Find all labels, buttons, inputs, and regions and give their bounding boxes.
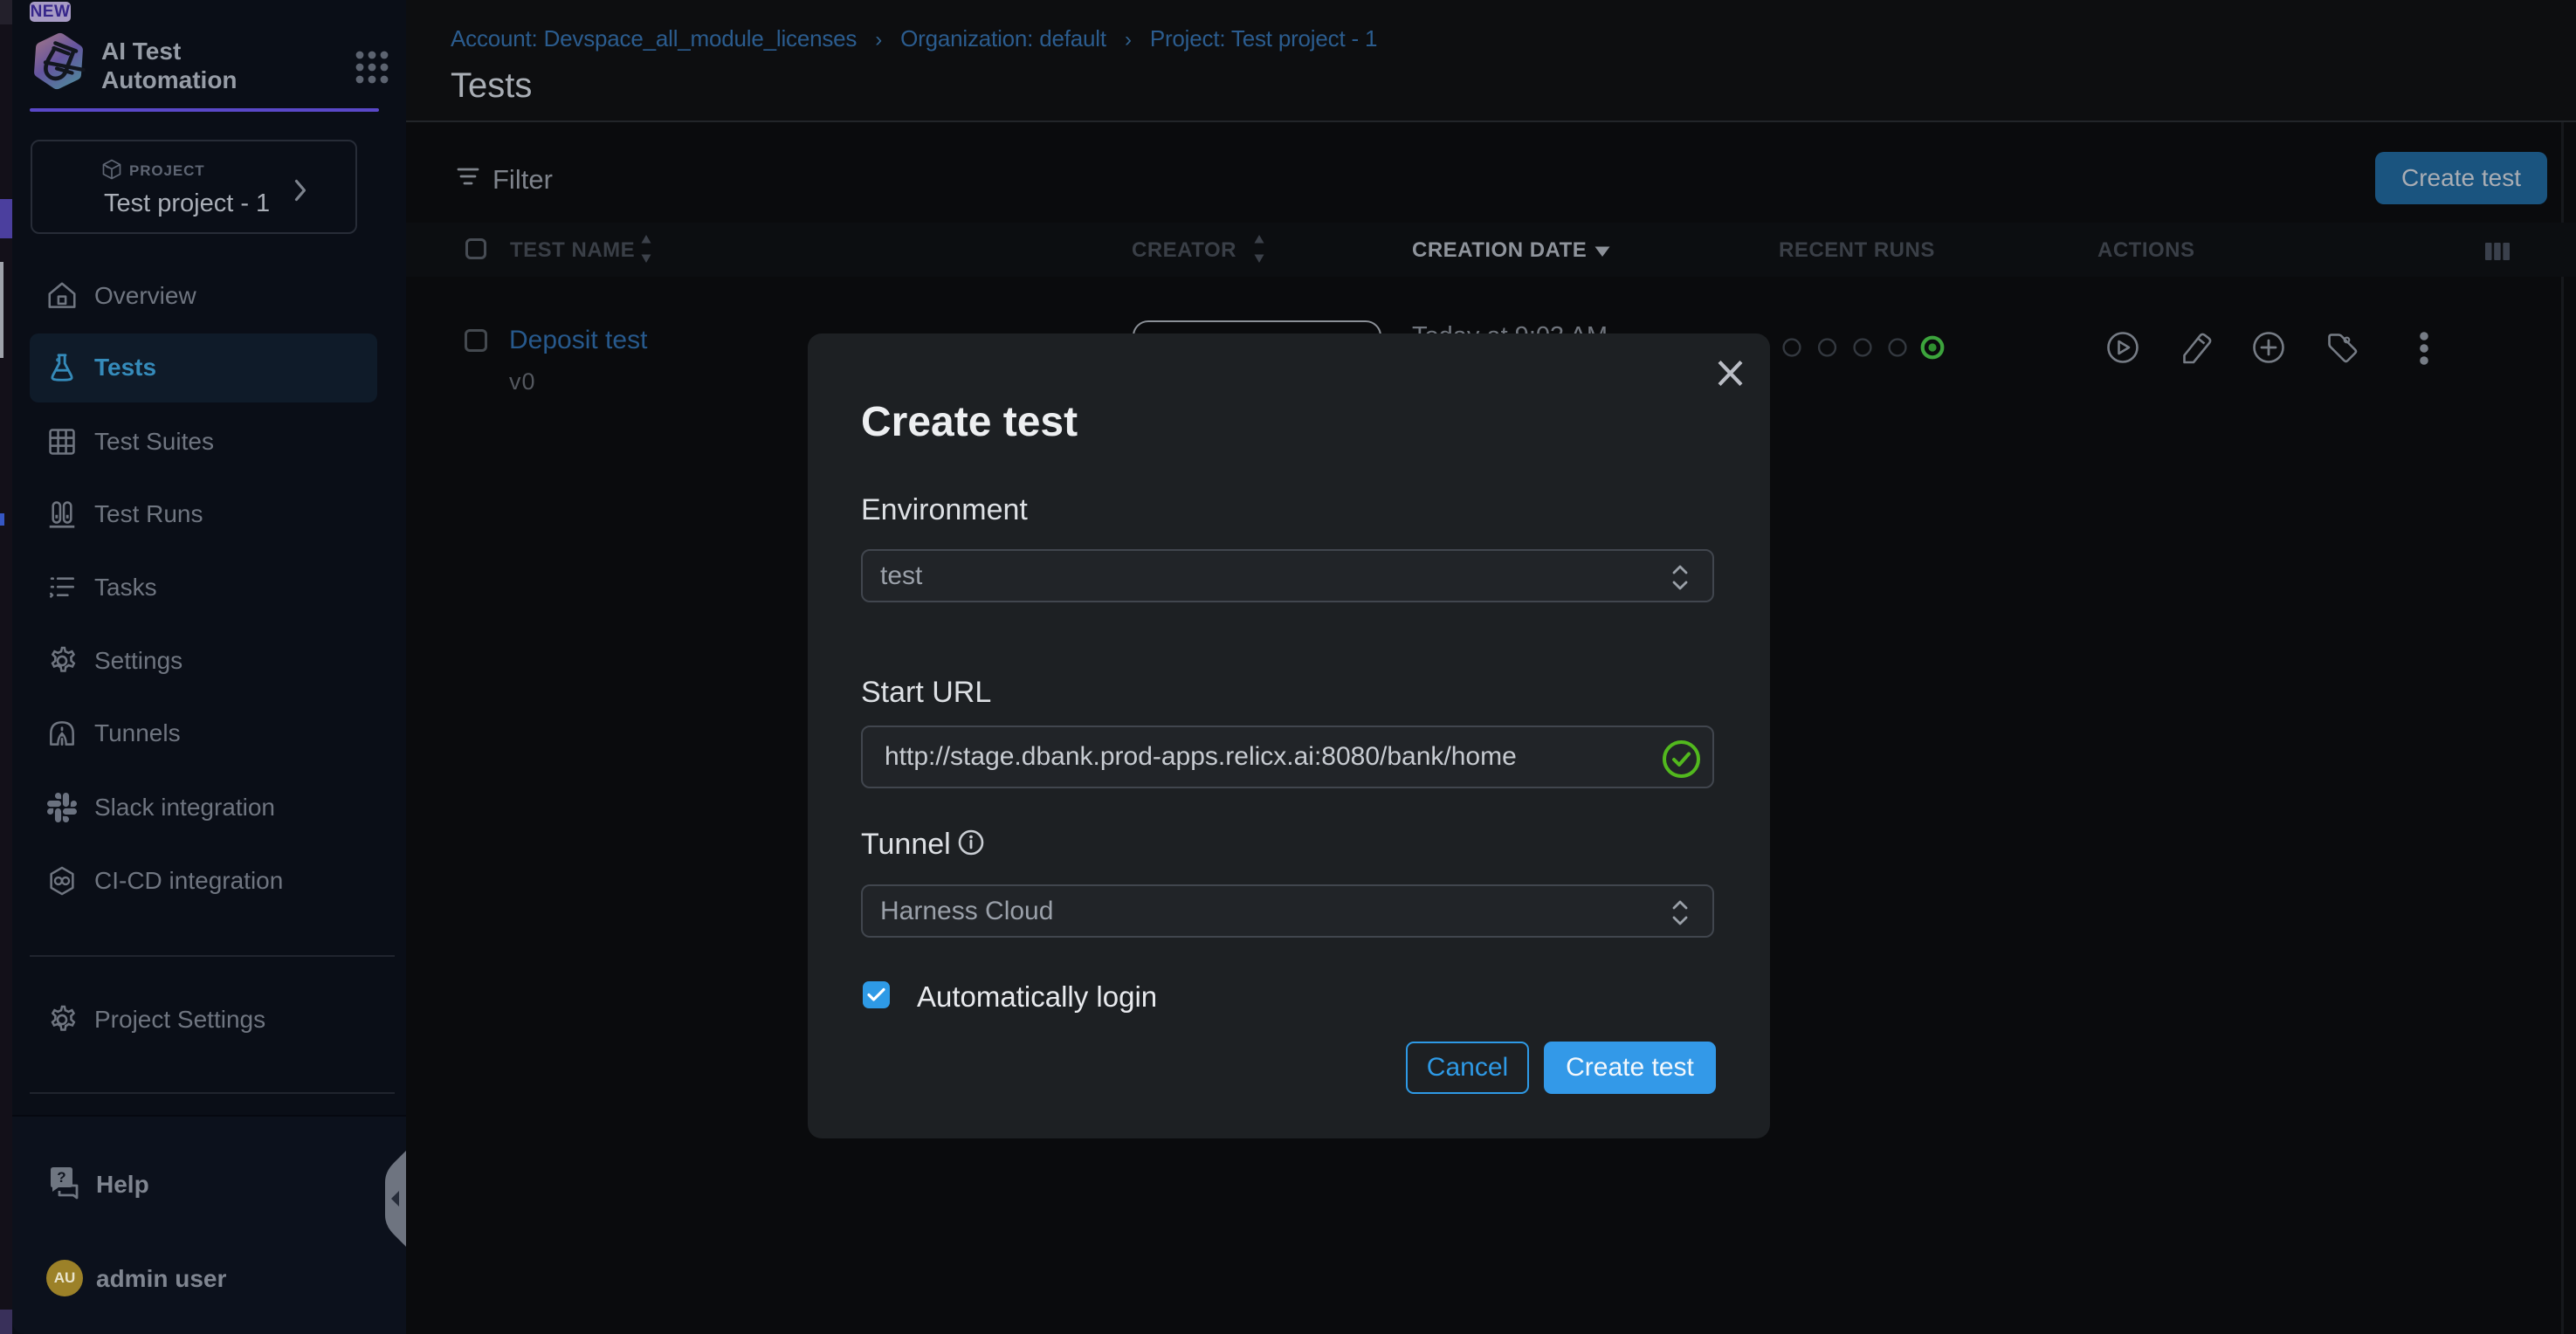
svg-text:?: ? [57,1169,65,1186]
